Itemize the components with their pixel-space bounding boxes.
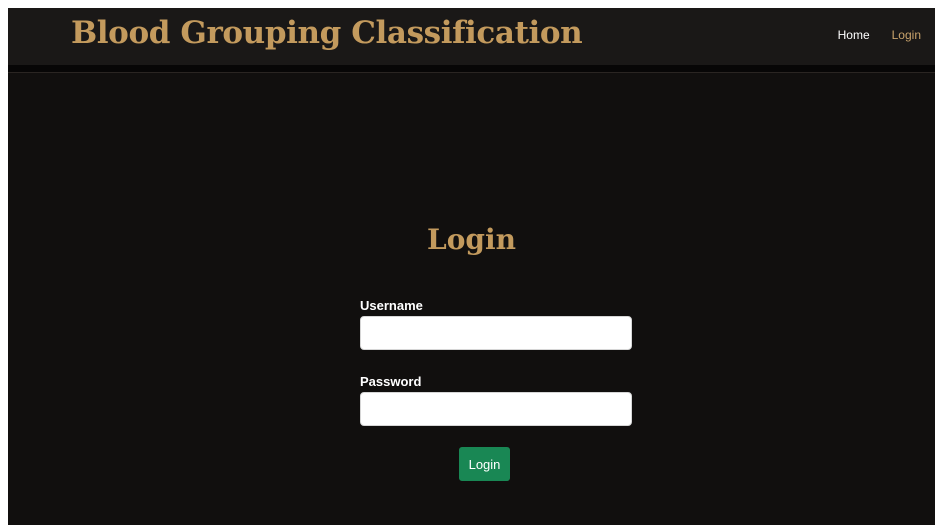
login-heading: Login	[427, 223, 516, 256]
page-frame: Blood Grouping Classification Home Login…	[8, 8, 935, 525]
nav-home-link[interactable]: Home	[838, 27, 870, 43]
navbar: Blood Grouping Classification Home Login	[8, 8, 935, 72]
username-label: Username	[360, 298, 423, 313]
password-label: Password	[360, 374, 422, 389]
login-button[interactable]: Login	[459, 447, 510, 481]
nav-links: Home Login	[838, 27, 921, 43]
navbar-divider	[8, 72, 935, 73]
password-input[interactable]	[360, 392, 632, 426]
username-input[interactable]	[360, 316, 632, 350]
nav-login-link[interactable]: Login	[892, 27, 921, 43]
brand-title[interactable]: Blood Grouping Classification	[71, 10, 583, 56]
